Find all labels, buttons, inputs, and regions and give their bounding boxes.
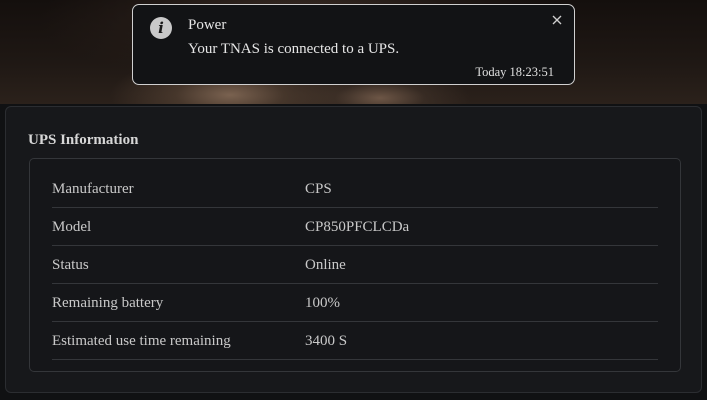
close-icon[interactable] [550, 13, 564, 27]
ups-info-table: Manufacturer CPS Model CP850PFCLCDa Stat… [29, 158, 681, 372]
ups-information-panel: UPS Information Manufacturer CPS Model C… [5, 106, 702, 393]
row-value: CP850PFCLCDa [305, 219, 410, 235]
row-value: 3400 S [305, 333, 348, 349]
row-value: Online [305, 257, 346, 273]
table-row: Model CP850PFCLCDa [52, 208, 658, 246]
notification-title: Power [188, 17, 227, 33]
panel-title: UPS Information [28, 132, 139, 148]
row-label: Remaining battery [52, 295, 164, 311]
notification-message: Your TNAS is connected to a UPS. [188, 41, 400, 57]
row-label: Model [52, 219, 92, 235]
row-label: Estimated use time remaining [52, 333, 231, 349]
table-row: Status Online [52, 246, 658, 284]
notification-timestamp: Today 18:23:51 [475, 65, 554, 79]
screen: UPS Information Manufacturer CPS Model C… [0, 0, 707, 400]
info-icon: i [150, 17, 172, 39]
row-label: Status [52, 257, 89, 273]
power-notification[interactable]: i Power Your TNAS is connected to a UPS.… [132, 4, 575, 85]
table-row: Estimated use time remaining 3400 S [52, 322, 658, 360]
row-label: Manufacturer [52, 181, 134, 197]
table-row: Remaining battery 100% [52, 284, 658, 322]
table-row: Manufacturer CPS [52, 170, 658, 208]
row-value: CPS [305, 181, 332, 197]
row-value: 100% [305, 295, 340, 311]
